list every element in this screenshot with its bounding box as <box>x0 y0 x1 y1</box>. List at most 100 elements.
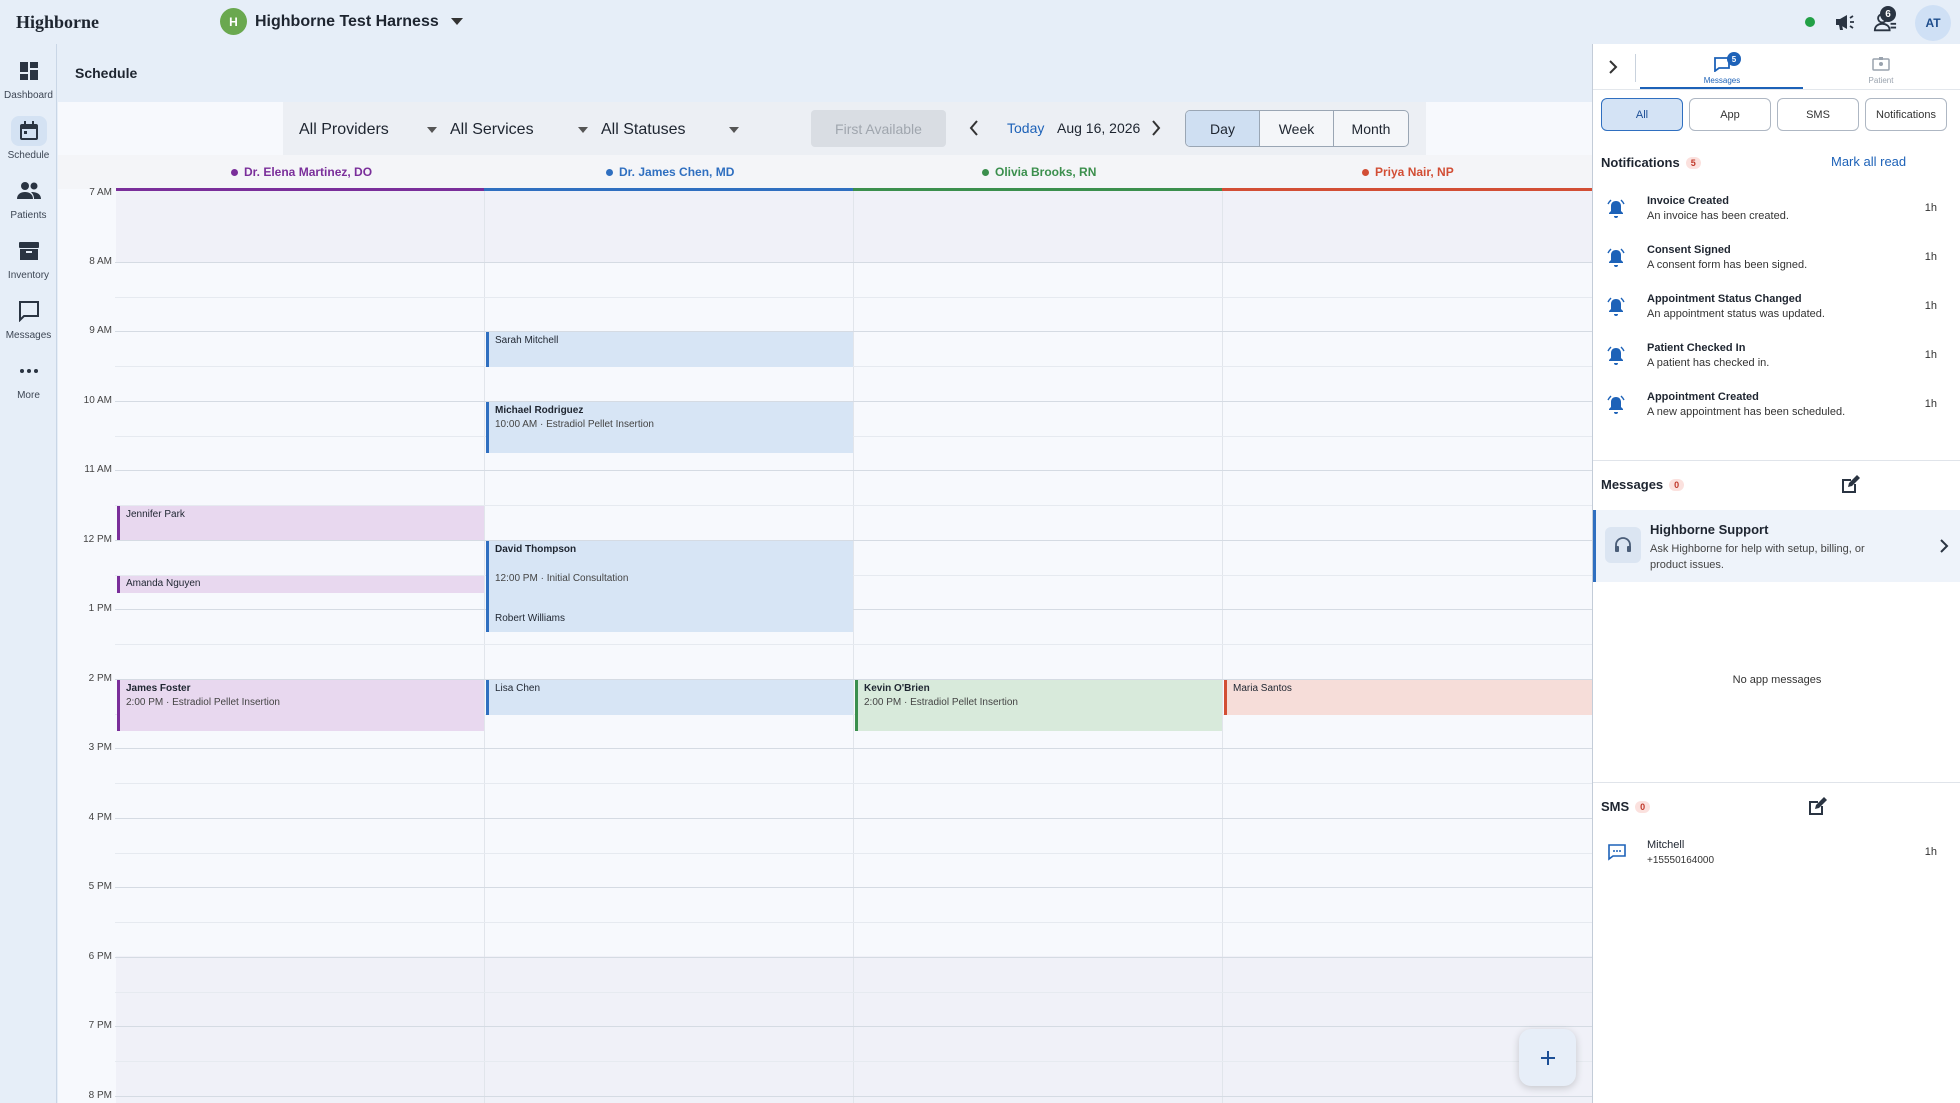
notification-time: 1h <box>1924 300 1937 312</box>
view-switcher: Day Week Month <box>1185 110 1409 147</box>
services-filter-value: All Services <box>450 121 534 138</box>
provider-color-dot <box>982 168 989 176</box>
view-month-button[interactable]: Month <box>1334 111 1408 146</box>
notification-item[interactable]: Appointment Status Changed An appointmen… <box>1593 288 1960 336</box>
hour-line <box>115 470 1592 471</box>
add-appointment-button[interactable] <box>1519 1029 1576 1086</box>
bell-icon <box>1607 346 1625 365</box>
notification-title: Appointment Status Changed <box>1647 293 1802 305</box>
today-button[interactable]: Today <box>1007 120 1044 136</box>
hour-line <box>115 331 1592 332</box>
notification-desc: A consent form has been signed. <box>1647 259 1808 271</box>
half-hour-line <box>115 783 1592 784</box>
provider-header-nair[interactable]: Priya Nair, NP <box>1362 165 1454 179</box>
notification-item[interactable]: Consent Signed A consent form has been s… <box>1593 239 1960 287</box>
appointment-card[interactable]: Jennifer Park <box>117 506 484 540</box>
mark-all-read-link[interactable]: Mark all read <box>1831 154 1906 169</box>
messages-section-title: Messages 0 <box>1601 477 1685 492</box>
hour-label: 9 AM <box>89 325 112 336</box>
notification-desc: An appointment status was updated. <box>1647 308 1825 320</box>
appointment-card[interactable]: Maria Santos <box>1224 680 1592 715</box>
notification-time: 1h <box>1924 251 1937 263</box>
filter-all[interactable]: All <box>1601 98 1683 131</box>
support-title: Highborne Support <box>1650 522 1769 537</box>
people-icon <box>16 182 41 199</box>
nav-label-messages: Messages <box>5 330 52 341</box>
nav-item-inventory[interactable]: Inventory <box>0 236 57 281</box>
services-filter[interactable]: All Services <box>450 114 590 146</box>
provider-name: Olivia Brooks, RN <box>995 165 1097 179</box>
compose-sms-icon[interactable] <box>1806 796 1828 818</box>
first-available-button[interactable]: First Available <box>811 110 946 147</box>
half-hour-line <box>115 922 1592 923</box>
top-bar: Highborne H Highborne Test Harness 6 AT <box>0 0 1960 44</box>
provider-name: Dr. James Chen, MD <box>619 165 735 179</box>
calendar-main: All Providers All Services All Statuses … <box>58 102 1592 1103</box>
right-panel: Messages 5 Patient All App SMS Notificat… <box>1592 44 1960 1103</box>
notification-item[interactable]: Appointment Created A new appointment ha… <box>1593 386 1960 434</box>
provider-color-dot <box>1362 168 1369 176</box>
hour-label: 11 AM <box>84 464 112 475</box>
half-hour-line <box>115 436 1592 437</box>
org-switcher[interactable]: H Highborne Test Harness <box>220 8 463 35</box>
notification-title: Consent Signed <box>1647 244 1731 256</box>
notification-desc: A patient has checked in. <box>1647 357 1770 369</box>
support-thread[interactable]: Highborne Support Ask Highborne for help… <box>1593 510 1960 582</box>
notification-item[interactable]: Invoice Created An invoice has been crea… <box>1593 190 1960 238</box>
appointment-card[interactable]: Kevin O'Brien 2:00 PM · Estradiol Pellet… <box>855 680 1222 731</box>
view-day-button[interactable]: Day <box>1186 111 1260 146</box>
statuses-filter[interactable]: All Statuses <box>601 114 741 146</box>
provider-header-brooks[interactable]: Olivia Brooks, RN <box>982 165 1096 179</box>
filter-notifications[interactable]: Notifications <box>1865 98 1947 131</box>
appointment-card[interactable]: Michael Rodriguez 10:00 AM · Estradiol P… <box>486 402 853 453</box>
id-card-icon <box>1872 57 1890 71</box>
appointment-card[interactable]: David Thompson 12:00 PM · Initial Consul… <box>486 541 853 615</box>
nav-item-patients[interactable]: Patients <box>0 176 57 221</box>
megaphone-icon[interactable] <box>1833 11 1857 33</box>
notification-time: 1h <box>1924 349 1937 361</box>
hour-label: 4 PM <box>88 812 112 823</box>
providers-filter[interactable]: All Providers <box>299 114 439 146</box>
messages-count-badge: 5 <box>1727 52 1741 66</box>
nav-item-more[interactable]: More <box>0 356 57 401</box>
chat-icon <box>18 301 39 322</box>
filter-sms[interactable]: SMS <box>1777 98 1859 131</box>
half-hour-line <box>115 297 1592 298</box>
day-grid[interactable]: 7 AM 8 AM 9 AM 10 AM 11 AM 12 PM 1 PM 2 … <box>58 187 1592 1103</box>
notification-item[interactable]: Patient Checked In A patient has checked… <box>1593 337 1960 385</box>
hour-line <box>115 818 1592 819</box>
prev-day-chevron-icon[interactable] <box>968 118 980 138</box>
appointment-card[interactable]: Amanda Nguyen <box>117 576 484 593</box>
divider <box>1635 54 1636 82</box>
nav-item-messages[interactable]: Messages <box>0 296 57 341</box>
appointment-card[interactable]: Lisa Chen <box>486 680 853 715</box>
hour-label: 8 PM <box>88 1090 112 1101</box>
sms-thread[interactable]: Mitchell +15550164000 1h <box>1593 834 1960 882</box>
half-hour-line <box>115 366 1592 367</box>
nav-item-schedule[interactable]: Schedule <box>0 116 57 161</box>
next-day-chevron-icon[interactable] <box>1150 118 1162 138</box>
hour-line <box>115 887 1592 888</box>
tab-label: Messages <box>1703 76 1741 85</box>
section-label: Messages <box>1601 477 1664 492</box>
hour-line <box>115 262 1592 263</box>
nav-label-inventory: Inventory <box>7 270 50 281</box>
tab-patient[interactable]: Patient <box>1822 48 1940 85</box>
user-avatar[interactable]: AT <box>1915 5 1951 41</box>
brand-logo[interactable]: Highborne <box>16 12 99 33</box>
compose-message-icon[interactable] <box>1839 474 1861 496</box>
provider-header-martinez[interactable]: Dr. Elena Martinez, DO <box>231 165 372 179</box>
provider-name: Dr. Elena Martinez, DO <box>244 165 373 179</box>
appointment-card[interactable]: James Foster 2:00 PM · Estradiol Pellet … <box>117 680 484 731</box>
provider-header-chen[interactable]: Dr. James Chen, MD <box>606 165 734 179</box>
chevron-right-icon <box>1940 539 1949 553</box>
appointment-card[interactable]: Robert Williams <box>486 610 853 632</box>
dashboard-icon <box>19 62 38 80</box>
hour-label: 7 PM <box>88 1020 112 1031</box>
nav-item-dashboard[interactable]: Dashboard <box>0 56 57 101</box>
tab-messages[interactable]: Messages 5 <box>1663 48 1781 85</box>
collapse-panel-chevron-icon[interactable] <box>1607 58 1619 76</box>
appointment-card[interactable]: Sarah Mitchell <box>486 332 853 367</box>
filter-app[interactable]: App <box>1689 98 1771 131</box>
view-week-button[interactable]: Week <box>1260 111 1334 146</box>
